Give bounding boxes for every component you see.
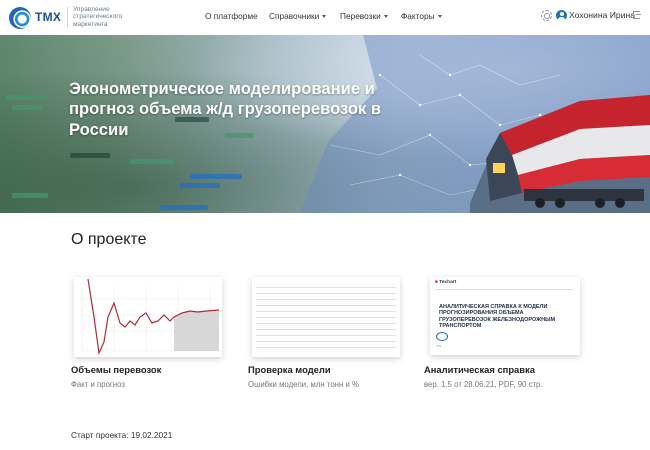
nav-item-factors[interactable]: Факторы xyxy=(401,11,442,21)
gear-icon[interactable] xyxy=(541,10,552,21)
card-subtitle-model-check: Ошибки модели, млн тонн и % xyxy=(248,380,359,389)
card-title-volumes[interactable]: Объемы перевозок xyxy=(71,364,161,375)
logo-subtitle: Управление стратегического маркетинга xyxy=(73,6,123,28)
hero-banner: Эконометрическое моделирование и прогноз… xyxy=(0,35,650,213)
card-report-preview[interactable]: ■ Techart АНАЛИТИЧЕСКАЯ СПРАВКА К МОДЕЛИ… xyxy=(430,277,580,355)
user-icon[interactable] xyxy=(556,10,567,21)
hero-callout xyxy=(12,193,48,198)
chevron-down-icon xyxy=(322,15,327,19)
card-model-check-preview[interactable] xyxy=(252,277,400,357)
logo[interactable]: ТМХ xyxy=(9,6,64,29)
train-image xyxy=(470,95,650,213)
nav-label: Факторы xyxy=(401,11,435,21)
nav-label: Перевозки xyxy=(340,11,381,21)
card-title-report[interactable]: Аналитическая справка xyxy=(424,364,535,375)
logo-text: ТМХ xyxy=(35,10,62,24)
card-title-model-check[interactable]: Проверка модели xyxy=(248,364,331,375)
hero-callout xyxy=(12,105,42,110)
user-name[interactable]: Хохонина Ирина xyxy=(569,10,635,20)
chart-thumbnail xyxy=(81,278,220,356)
doc-company-logo: ■ Techart xyxy=(435,280,457,285)
card-volumes-preview[interactable] xyxy=(74,277,222,357)
hero-callout xyxy=(70,153,110,158)
doc-company-name: Techart xyxy=(439,280,457,285)
table-thumbnail xyxy=(256,281,396,348)
nav-item-transport[interactable]: Перевозки xyxy=(340,11,388,21)
hero-callout xyxy=(130,159,174,164)
hero-callout xyxy=(6,95,48,100)
nav-label: Справочники xyxy=(269,11,320,21)
top-header: ТМХ Управление стратегического маркетинг… xyxy=(0,0,650,35)
section-title: О проекте xyxy=(71,231,147,248)
nav-item-directories[interactable]: Справочники xyxy=(269,11,327,21)
doc-footer-text: ТМХ xyxy=(436,345,442,348)
logout-icon[interactable] xyxy=(633,11,641,19)
hero-title: Эконометрическое моделирование и прогноз… xyxy=(69,79,382,139)
chevron-down-icon xyxy=(383,15,388,19)
doc-divider xyxy=(435,289,573,290)
card-subtitle-volumes: Факт и прогноз xyxy=(71,380,125,389)
hero-callout xyxy=(180,183,220,188)
doc-heading: АНАЛИТИЧЕСКАЯ СПРАВКА К МОДЕЛИ ПРОГНОЗИР… xyxy=(439,304,556,329)
doc-footer-logo-icon xyxy=(436,332,448,341)
chevron-down-icon xyxy=(437,15,442,19)
project-start-date: Старт проекта: 19.02.2021 xyxy=(71,430,173,440)
logo-divider xyxy=(67,7,68,27)
nav-label: О платформе xyxy=(205,11,258,21)
hero-callout xyxy=(160,205,208,210)
hero-callout xyxy=(190,174,242,179)
logo-mark-icon xyxy=(9,7,31,29)
nav-item-about[interactable]: О платформе xyxy=(205,11,258,21)
card-subtitle-report: вер. 1.5 от 28.06.21, PDF, 90 стр. xyxy=(424,380,543,389)
